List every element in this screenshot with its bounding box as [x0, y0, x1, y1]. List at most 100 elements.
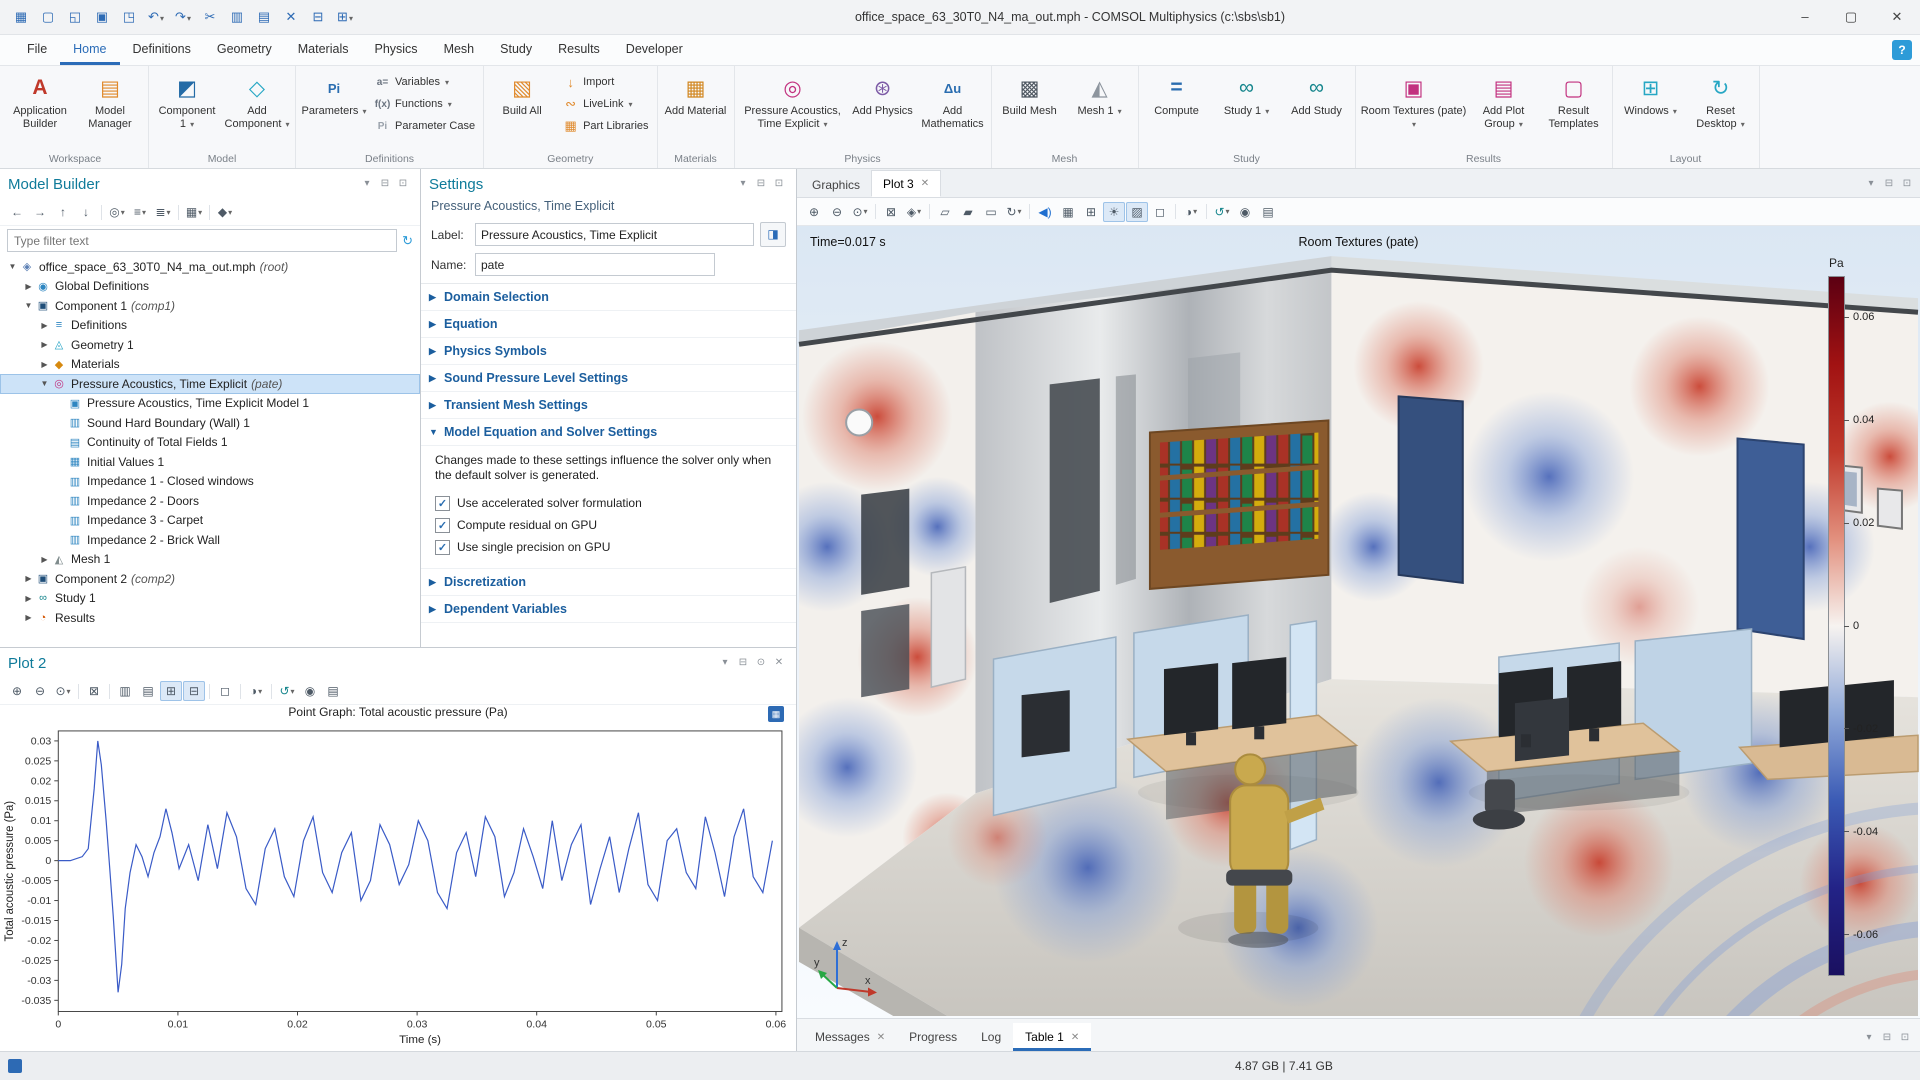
ribbon-add-component[interactable]: ◇ Add Component ▾: [223, 70, 291, 134]
ribbon-part-libraries[interactable]: ▦ Part Libraries: [558, 116, 652, 136]
tree-mesh-1[interactable]: ▶ ◭ Mesh 1: [0, 550, 420, 570]
tree-initial-values-1[interactable]: ▦ Initial Values 1: [0, 452, 420, 472]
ribbon-parameter-case[interactable]: Pi Parameter Case: [370, 116, 479, 136]
ribbon-mesh-1[interactable]: ◭ Mesh 1 ▾: [1066, 70, 1134, 121]
filter-icon[interactable]: ◆ ▾: [214, 202, 236, 222]
maximize-button[interactable]: ▢: [1828, 0, 1874, 34]
plot-window-icon[interactable]: ▦: [768, 706, 784, 722]
panel-undock-icon[interactable]: ⊟: [734, 654, 752, 672]
back-icon[interactable]: ←: [6, 202, 28, 222]
menu-results[interactable]: Results: [545, 35, 613, 65]
update-icon[interactable]: ↺ ▾: [1211, 202, 1233, 222]
toolbar-options-icon[interactable]: ▦ ▾: [183, 202, 205, 222]
ribbon-pressure-acoustics-time-explicit[interactable]: ◎ Pressure Acoustics, Time Explicit ▾: [739, 70, 847, 134]
tree-materials[interactable]: ▶ ◆ Materials: [0, 355, 420, 375]
tree-component-2[interactable]: ▶ ▣ Component 2 (comp2): [0, 569, 420, 589]
ribbon-room-textures-pate[interactable]: ▣ Room Textures (pate) ▾: [1360, 70, 1468, 134]
collapse-icon[interactable]: ≡ ▾: [129, 202, 151, 222]
forward-icon[interactable]: →: [29, 202, 51, 222]
zoom-out-icon[interactable]: ⊖: [29, 681, 51, 701]
menu-file[interactable]: File: [14, 35, 60, 65]
menu-mesh[interactable]: Mesh: [431, 35, 488, 65]
rotate-icon[interactable]: ↻ ▾: [1003, 202, 1025, 222]
move-up-icon[interactable]: ↑: [52, 202, 74, 222]
ribbon-result-templates[interactable]: ▢ Result Templates: [1540, 70, 1608, 134]
update-icon[interactable]: ↺ ▾: [276, 681, 298, 701]
label-input[interactable]: [475, 223, 754, 246]
rename-button[interactable]: ◨: [760, 222, 786, 247]
tree-geometry-1[interactable]: ▶ ◬ Geometry 1: [0, 335, 420, 355]
zoom-in-icon[interactable]: ⊕: [803, 202, 825, 222]
snapshot-icon[interactable]: ◉: [1234, 202, 1256, 222]
paste-icon[interactable]: ▤: [251, 6, 277, 28]
point-graph-chart[interactable]: 0.03 0.025 0.02 0.015 0.01 0.005 0 -0.005 -0.01 -…: [0, 725, 796, 1051]
panel-menu-icon[interactable]: ▾: [1862, 175, 1880, 193]
tree-impedance-2-brick-wall[interactable]: ▥ Impedance 2 - Brick Wall: [0, 530, 420, 550]
checkbox-use-accelerated-solver-formulation[interactable]: ✓ Use accelerated solver formulation: [435, 492, 784, 514]
tab-log[interactable]: Log: [969, 1023, 1013, 1051]
zoom-extents-icon[interactable]: ⊠: [83, 681, 105, 701]
tree-pressure-acoustics-time-explicit-model-1[interactable]: ▣ Pressure Acoustics, Time Explicit Mode…: [0, 394, 420, 414]
name-input[interactable]: [475, 253, 715, 276]
play-sound-icon[interactable]: ◀): [1034, 202, 1056, 222]
tree-study-1[interactable]: ▶ ∞ Study 1: [0, 589, 420, 609]
close-icon[interactable]: ✕: [877, 1032, 885, 1043]
transparency-icon[interactable]: ▨: [1126, 201, 1148, 222]
section-dependent-variables[interactable]: ▶ Dependent Variables: [421, 596, 796, 623]
panel-undock-icon[interactable]: ⊟: [1878, 1029, 1896, 1047]
checkbox-use-single-precision-on-gpu[interactable]: ✓ Use single precision on GPU: [435, 536, 784, 558]
view-xy-icon[interactable]: ▱: [934, 202, 956, 222]
panel-menu-icon[interactable]: ▾: [358, 175, 376, 193]
ribbon-compute[interactable]: = Compute: [1143, 70, 1211, 121]
comsol-logo-icon[interactable]: ▦: [8, 6, 34, 28]
graphics-canvas[interactable]: Time=0.017 s Room Textures (pate) Pa 0.0…: [797, 226, 1920, 1018]
panel-undock-icon[interactable]: ⊟: [1880, 175, 1898, 193]
ribbon-component-1[interactable]: ◩ Component 1 ▾: [153, 70, 221, 134]
tree-results[interactable]: ▶ ◔ Results: [0, 608, 420, 628]
show-grid-icon[interactable]: ⊞: [160, 681, 182, 701]
print-icon[interactable]: ▤: [322, 681, 344, 701]
view-yz-icon[interactable]: ▰: [957, 202, 979, 222]
ribbon-parameters[interactable]: Pi Parameters ▾: [300, 70, 368, 121]
ribbon-add-study[interactable]: ∞ Add Study: [1283, 70, 1351, 121]
ribbon-add-plot-group[interactable]: ▤ Add Plot Group ▾: [1470, 70, 1538, 134]
room-3d-scene[interactable]: [797, 226, 1920, 1018]
close-icon[interactable]: ✕: [1071, 1032, 1079, 1043]
panel-maximize-icon[interactable]: ⊡: [1898, 175, 1916, 193]
ribbon-add-mathematics[interactable]: Δu Add Mathematics: [919, 70, 987, 134]
close-icon[interactable]: ✕: [921, 178, 929, 189]
tree-component-1[interactable]: ▼ ▣ Component 1 (comp1): [0, 296, 420, 316]
section-discretization[interactable]: ▶ Discretization: [421, 569, 796, 596]
zoom-box-icon[interactable]: ⊙ ▾: [52, 681, 74, 701]
tree-global-definitions[interactable]: ▶ ◉ Global Definitions: [0, 277, 420, 297]
ribbon-reset-desktop[interactable]: ↻ Reset Desktop ▾: [1687, 70, 1755, 134]
ribbon-application-builder[interactable]: A Application Builder: [6, 70, 74, 134]
new-file-icon[interactable]: ▢: [35, 6, 61, 28]
lock-view-icon[interactable]: ◻: [1149, 202, 1171, 222]
ribbon-build-all[interactable]: ▧ Build All: [488, 70, 556, 121]
zoom-in-icon[interactable]: ⊕: [6, 681, 28, 701]
show-legends-icon[interactable]: ⊟: [183, 681, 205, 701]
cut-icon[interactable]: ✂: [197, 6, 223, 28]
menu-materials[interactable]: Materials: [285, 35, 362, 65]
ribbon-study-1[interactable]: ∞ Study 1 ▾: [1213, 70, 1281, 121]
open-file-icon[interactable]: ◱: [62, 6, 88, 28]
save-as-icon[interactable]: ◳: [116, 6, 142, 28]
refresh-icon[interactable]: ↻: [402, 233, 413, 249]
panel-maximize-icon[interactable]: ⊡: [1896, 1029, 1914, 1047]
section-sound-pressure-level-settings[interactable]: ▶ Sound Pressure Level Settings: [421, 365, 796, 392]
section-transient-mesh-settings[interactable]: ▶ Transient Mesh Settings: [421, 392, 796, 419]
menu-study[interactable]: Study: [487, 35, 545, 65]
tab-plot-3[interactable]: Plot 3 ✕: [871, 170, 942, 197]
color-theme-icon[interactable]: ◑ ▾: [1180, 202, 1202, 222]
save-file-icon[interactable]: ▣: [89, 6, 115, 28]
tab-graphics[interactable]: Graphics: [801, 172, 871, 197]
delete-icon[interactable]: ✕: [278, 6, 304, 28]
tree-impedance-3-carpet[interactable]: ▥ Impedance 3 - Carpet: [0, 511, 420, 531]
panel-menu-icon[interactable]: ▾: [716, 654, 734, 672]
panel-pin-icon[interactable]: ⊙: [752, 654, 770, 672]
move-down-icon[interactable]: ↓: [75, 202, 97, 222]
ribbon-functions[interactable]: f(x) Functions ▾: [370, 94, 479, 114]
section-physics-symbols[interactable]: ▶ Physics Symbols: [421, 338, 796, 365]
ribbon-import[interactable]: ↓ Import: [558, 72, 652, 92]
